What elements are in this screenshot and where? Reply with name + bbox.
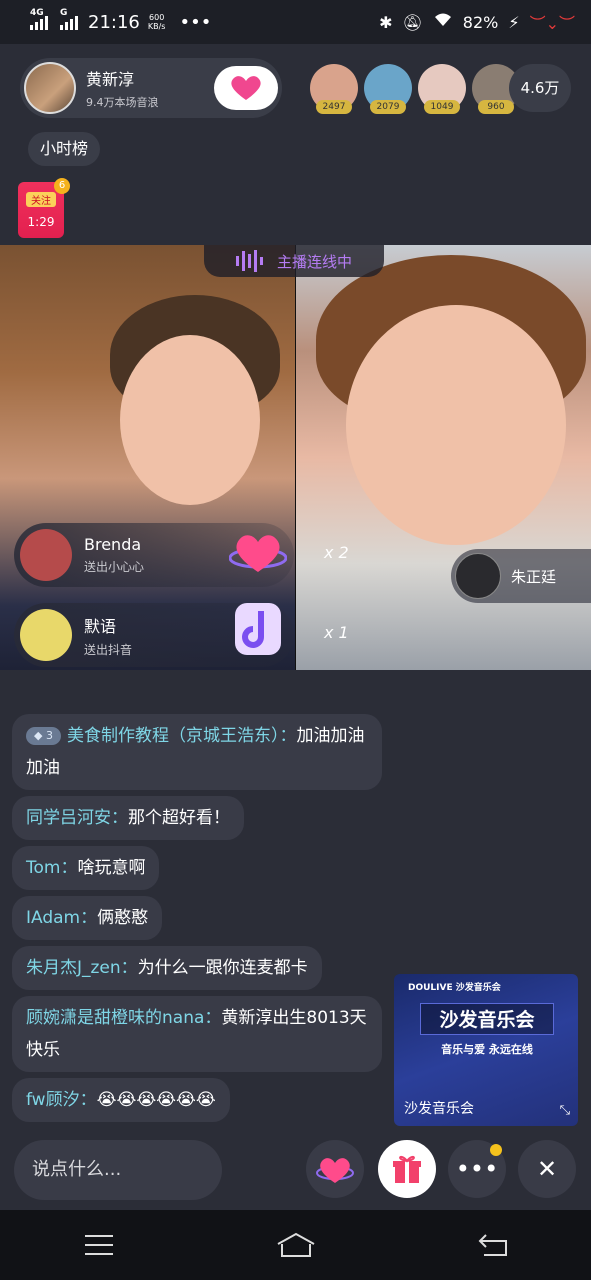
system-nav-bar [0, 1210, 591, 1280]
guest-name: 朱正廷 [511, 567, 557, 586]
menu-icon [84, 1235, 113, 1255]
signal-icon: 4G [30, 8, 48, 30]
battery-level: 82% [462, 12, 499, 32]
home-icon [277, 1232, 314, 1257]
gift-button[interactable] [378, 1140, 436, 1198]
guest-tag[interactable]: 朱正廷 [451, 549, 591, 603]
bat-logo-icon: ︶⌄︶ [529, 14, 575, 33]
chat-message[interactable]: 同学吕河安：那个超好看！ [12, 796, 244, 840]
chat-message[interactable]: ◆ 3 美食制作教程（京城王浩东）：加油加油加油 [12, 714, 382, 790]
gift-combo: x 1 [324, 623, 349, 642]
banner-caption: 沙发音乐会 [404, 1101, 474, 1117]
charging-icon: ⚡ [508, 12, 520, 32]
guest-avatar [455, 553, 501, 599]
heart-gift-icon [228, 523, 288, 583]
sound-wave-icon [235, 250, 263, 272]
status-bar: 4G G 21:16 600 KB/s ••• ✱ 🔕︎ 82% ⚡ ︶⌄︶ [0, 0, 591, 44]
viewer-avatar[interactable]: 1049 [418, 64, 466, 114]
banner-title: 沙发音乐会 [420, 1003, 554, 1035]
chat-list[interactable]: ◆ 3 美食制作教程（京城王浩东）：加油加油加油 同学吕河安：那个超好看！ Tom… [12, 714, 382, 1128]
anchor-stats: 9.4万本场音浪 [86, 96, 159, 109]
expand-icon[interactable]: ⤡ [560, 1103, 570, 1118]
back-nav-button[interactable] [463, 1225, 523, 1265]
viewer-avatar[interactable]: 2497 [310, 64, 358, 114]
signal-icon: G [60, 8, 78, 30]
red-packet-badge: 6 [54, 178, 70, 194]
link-status-badge: 主播连线中 [204, 245, 384, 277]
clock: 21:16 [88, 11, 140, 33]
douyin-gift-icon [228, 599, 288, 659]
bluetooth-icon: ✱ [379, 12, 393, 32]
like-heart-button[interactable] [306, 1140, 364, 1198]
anchor-card[interactable]: 黄新淳 9.4万本场音浪 [20, 58, 282, 118]
anchor-name: 黄新淳 [86, 70, 135, 89]
anchor-avatar[interactable] [24, 62, 76, 114]
heart-icon [231, 76, 261, 100]
more-dots-icon: ••• [455, 1155, 499, 1183]
chat-message[interactable]: IAdam：俩憨憨 [12, 896, 163, 940]
back-icon [478, 1234, 507, 1256]
gift-box-icon [393, 1155, 421, 1183]
comment-input[interactable]: 说点什么... [14, 1140, 222, 1200]
user-level-badge: ◆ 3 [26, 727, 61, 745]
viewer-avatar[interactable]: 2079 [364, 64, 412, 114]
chat-message[interactable]: 顾婉潇是甜橙味的nana：黄新淳出生8013天快乐 [12, 996, 382, 1072]
chat-message[interactable]: Tom：啥玩意啊 [12, 846, 160, 890]
red-packet-timer: 1:29 [27, 215, 55, 229]
chat-message[interactable]: fw顾汐：😭😭😭😭😭😭 [12, 1078, 230, 1122]
wifi-icon [433, 12, 453, 32]
top-viewers: 2497 2079 1049 960 [310, 64, 520, 114]
live-header: 黄新淳 9.4万本场音浪 2497 2079 1049 960 4.6万 [20, 58, 571, 118]
bottom-bar: 说点什么... ••• ✕ [0, 1136, 591, 1206]
gifter-avatar[interactable] [20, 609, 72, 661]
viewer-count[interactable]: 4.6万 [509, 64, 571, 112]
live-video[interactable]: 主播连线中 Brenda 送出小心心 x 2 默语 送出抖音 x 1 朱正廷 [0, 245, 591, 670]
chat-message[interactable]: 朱月杰J_zen：为什么一跟你连麦都卡 [12, 946, 322, 990]
follow-button[interactable] [214, 66, 278, 110]
more-button[interactable]: ••• [448, 1140, 506, 1198]
red-packet[interactable]: 关注 1:29 6 [18, 178, 70, 238]
home-nav-button[interactable] [266, 1225, 326, 1265]
menu-nav-button[interactable] [69, 1225, 129, 1265]
gifter-avatar[interactable] [20, 529, 72, 581]
guest-camera [296, 245, 591, 670]
notification-dot [490, 1144, 502, 1156]
sofa-concert-banner[interactable]: DOULIVE 沙发音乐会 沙发音乐会 音乐与爱 永远在线 沙发音乐会 ⤡ [394, 974, 578, 1126]
more-status-icon: ••• [179, 11, 212, 33]
mute-bell-icon: 🔕︎ [402, 12, 423, 32]
gift-combo: x 2 [324, 543, 349, 562]
network-speed: 600 KB/s [147, 13, 166, 31]
hourly-rank-tag[interactable]: 小时榜 [28, 132, 101, 166]
close-icon: ✕ [536, 1155, 558, 1183]
heart-icon [316, 1158, 354, 1183]
close-button[interactable]: ✕ [518, 1140, 576, 1198]
